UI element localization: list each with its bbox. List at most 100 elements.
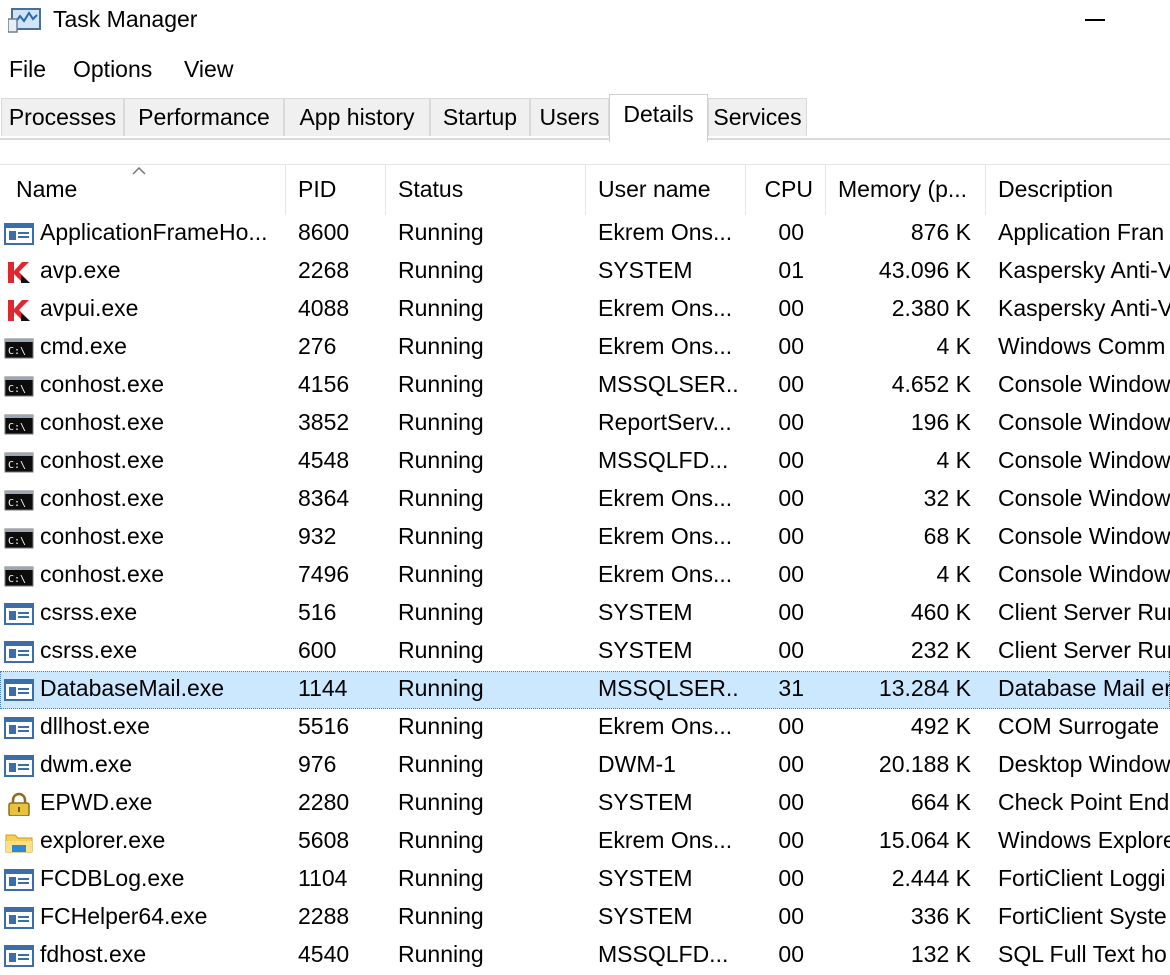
cell-name: csrss.exe [40, 637, 138, 663]
column-header-pid[interactable]: PID [286, 165, 386, 215]
cell-pid: 1144 [298, 675, 348, 701]
cell-status: Running [398, 219, 484, 245]
cell-user: MSSQLFD... [598, 447, 729, 473]
column-header-description[interactable]: Description [986, 165, 1170, 215]
cell-name: conhost.exe [40, 447, 165, 473]
cell-cpu: 31 [778, 675, 804, 701]
cell-pid: 516 [298, 599, 337, 625]
cell-name: dllhost.exe [40, 713, 150, 739]
cell-memory: 13.284 K [878, 675, 971, 701]
cell-description: Windows Explore [998, 827, 1170, 853]
cell-memory: 2.444 K [891, 865, 971, 891]
window-app-icon [4, 223, 34, 245]
cell-status: Running [398, 789, 484, 815]
table-row[interactable]: C:\ conhost.exe 8364 Running Ekrem Ons... 00 3… [0, 481, 1170, 519]
window-app-icon [4, 717, 34, 739]
table-row[interactable]: csrss.exe 600 Running SYSTEM 00 232 K Client S… [0, 633, 1170, 671]
cell-description: COM Surrogate [998, 713, 1160, 739]
cell-cpu: 00 [778, 219, 804, 245]
table-row[interactable]: C:\ conhost.exe 932 Running Ekrem Ons... 00 68… [0, 519, 1170, 557]
cell-status: Running [398, 333, 484, 359]
table-row[interactable]: DatabaseMail.exe 1144 Running MSSQLSER... 31… [0, 671, 1170, 709]
tab-processes[interactable]: Processes [1, 98, 124, 136]
cell-memory: 876 K [910, 219, 971, 245]
table-row[interactable]: C:\ conhost.exe 4548 Running MSSQLFD... 00 4 K… [0, 443, 1170, 481]
table-row[interactable]: dllhost.exe 5516 Running Ekrem Ons... 00 492 … [0, 709, 1170, 747]
console-icon: C:\ [4, 490, 34, 511]
cell-memory: 132 K [910, 941, 971, 967]
cell-status: Running [398, 637, 484, 663]
cell-cpu: 00 [778, 447, 804, 473]
cell-memory: 460 K [910, 599, 971, 625]
table-row[interactable]: explorer.exe 5608 Running Ekrem Ons... 00 15.… [0, 823, 1170, 861]
folder-icon [5, 834, 33, 853]
table-row[interactable]: C:\ conhost.exe 7496 Running Ekrem Ons... 00 4… [0, 557, 1170, 595]
cell-description: Console Window [998, 409, 1170, 435]
window-app-icon [4, 679, 34, 701]
cell-cpu: 00 [778, 599, 804, 625]
column-header-name[interactable]: Name [0, 165, 286, 215]
tab-users[interactable]: Users [530, 98, 609, 136]
window-title: Task Manager [53, 6, 198, 32]
column-header-cpu[interactable]: CPU [746, 165, 826, 215]
table-row[interactable]: avp.exe 2268 Running SYSTEM 01 43.096 K Kasper… [0, 253, 1170, 291]
table-row[interactable]: EPWD.exe 2280 Running SYSTEM 00 664 K Check Po… [0, 785, 1170, 823]
table-row[interactable]: avpui.exe 4088 Running Ekrem Ons... 00 2.380 … [0, 291, 1170, 329]
tab-app-history[interactable]: App history [284, 98, 430, 136]
table-row[interactable]: FCHelper64.exe 2288 Running SYSTEM 00 336 K Fo… [0, 899, 1170, 937]
tab-baseline [0, 138, 1170, 140]
cell-name: conhost.exe [40, 523, 165, 549]
tab-services[interactable]: Services [708, 98, 807, 136]
table-row[interactable]: FCDBLog.exe 1104 Running SYSTEM 00 2.444 K For… [0, 861, 1170, 899]
cell-pid: 3852 [298, 409, 350, 435]
cell-name: EPWD.exe [40, 789, 153, 815]
cell-pid: 4156 [298, 371, 350, 397]
cell-status: Running [398, 903, 484, 929]
cell-memory: 20.188 K [878, 751, 971, 777]
tab-startup[interactable]: Startup [430, 98, 530, 136]
padlock-icon [8, 792, 30, 816]
cell-memory: 4 K [936, 561, 971, 587]
cell-pid: 276 [298, 333, 337, 359]
tab-details[interactable]: Details [609, 94, 708, 142]
table-row[interactable]: ApplicationFrameHo... 8600 Running Ekrem On… [0, 215, 1170, 253]
minimize-button[interactable] [1070, 0, 1120, 40]
cell-cpu: 00 [778, 865, 804, 891]
console-icon: C:\ [4, 566, 34, 587]
cell-name: FCHelper64.exe [40, 903, 208, 929]
cell-status: Running [398, 599, 484, 625]
cell-status: Running [398, 713, 484, 739]
column-header-user-name[interactable]: User name [586, 165, 746, 215]
menu-options[interactable]: Options [71, 56, 154, 83]
table-row[interactable]: csrss.exe 516 Running SYSTEM 00 460 K Client S… [0, 595, 1170, 633]
cell-status: Running [398, 561, 484, 587]
cell-description: Console Window [998, 485, 1170, 511]
cell-user: SYSTEM [598, 257, 693, 283]
cell-status: Running [398, 523, 484, 549]
cell-description: SQL Full Text ho [998, 941, 1167, 967]
cell-status: Running [398, 751, 484, 777]
table-row[interactable]: dwm.exe 976 Running DWM-1 00 20.188 K Desktop … [0, 747, 1170, 785]
column-header-status[interactable]: Status [386, 165, 586, 215]
cell-description: Console Window [998, 371, 1170, 397]
column-header-memory[interactable]: Memory (p... [826, 165, 986, 215]
cell-cpu: 00 [778, 751, 804, 777]
cell-memory: 15.064 K [878, 827, 971, 853]
cell-memory: 4 K [936, 333, 971, 359]
menu-file[interactable]: File [7, 56, 48, 83]
svg-text:C:\: C:\ [8, 536, 26, 547]
console-icon: C:\ [4, 452, 34, 473]
table-row[interactable]: fdhost.exe 4540 Running MSSQLFD... 00 132 K SQ… [0, 937, 1170, 975]
cell-status: Running [398, 371, 484, 397]
svg-text:C:\: C:\ [8, 498, 26, 509]
table-row[interactable]: C:\ conhost.exe 4156 Running MSSQLSER... 00 4.… [0, 367, 1170, 405]
tab-performance[interactable]: Performance [124, 98, 284, 136]
table-row[interactable]: C:\ cmd.exe 276 Running Ekrem Ons... 00 4 K Win… [0, 329, 1170, 367]
cell-cpu: 00 [778, 713, 804, 739]
cell-memory: 196 K [910, 409, 971, 435]
column-header-row: Name PID Status User name CPU Memory (p.… [0, 164, 1170, 215]
cell-description: Kaspersky Anti-V [998, 257, 1170, 283]
menu-view[interactable]: View [182, 56, 235, 83]
cell-status: Running [398, 409, 484, 435]
table-row[interactable]: C:\ conhost.exe 3852 Running ReportServ... 00… [0, 405, 1170, 443]
